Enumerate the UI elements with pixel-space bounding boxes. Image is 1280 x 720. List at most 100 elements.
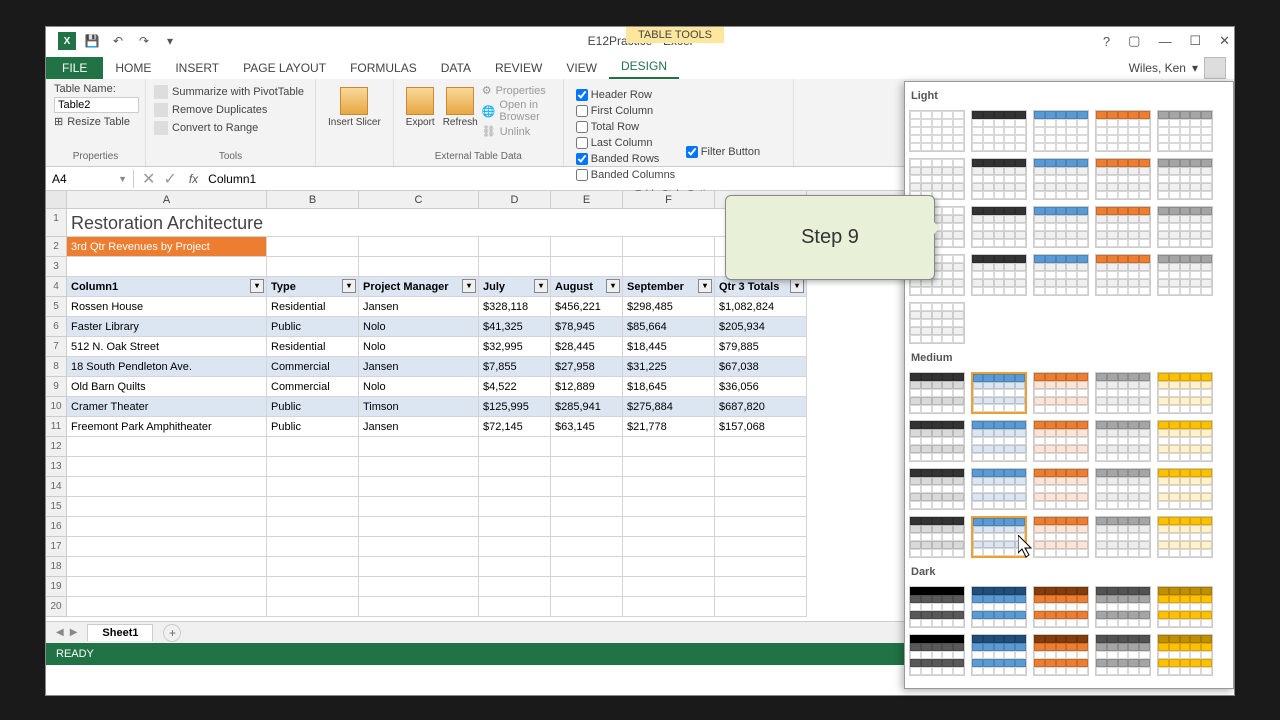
cell[interactable]	[359, 517, 479, 537]
row-header[interactable]: 17	[46, 537, 67, 557]
table-header[interactable]: Type▾	[267, 277, 359, 297]
cell[interactable]: $32,995	[479, 337, 551, 357]
cell[interactable]	[715, 557, 807, 577]
row-header[interactable]: 15	[46, 497, 67, 517]
col-header[interactable]: B	[267, 191, 359, 208]
cell[interactable]: $41,325	[479, 317, 551, 337]
filter-icon[interactable]: ▾	[534, 279, 548, 293]
filter-icon[interactable]: ▾	[790, 279, 804, 293]
table-style-swatch[interactable]	[1033, 110, 1089, 152]
maximize-icon[interactable]: ☐	[1189, 33, 1201, 49]
header-row-check[interactable]: Header Row	[576, 87, 686, 103]
col-header[interactable]: A	[67, 191, 267, 208]
cell[interactable]	[623, 577, 715, 597]
banded-rows-check[interactable]: Banded Rows	[576, 151, 686, 167]
add-sheet-button[interactable]: +	[163, 624, 181, 642]
row-header[interactable]: 1	[46, 209, 67, 237]
qat-customize-icon[interactable]: ▾	[162, 33, 178, 49]
table-style-swatch[interactable]	[1095, 372, 1151, 414]
cell[interactable]: $157,068	[715, 417, 807, 437]
table-style-swatch[interactable]	[1095, 516, 1151, 558]
cell[interactable]	[479, 597, 551, 617]
cell[interactable]: $72,145	[479, 417, 551, 437]
table-style-swatch[interactable]	[1157, 634, 1213, 676]
table-style-swatch[interactable]	[1095, 158, 1151, 200]
cell[interactable]	[551, 497, 623, 517]
first-column-check[interactable]: First Column	[576, 103, 686, 119]
user-name[interactable]: Wiles, Ken	[1129, 61, 1186, 75]
row-header[interactable]: 2	[46, 237, 67, 257]
cell[interactable]	[479, 457, 551, 477]
cell[interactable]: $28,445	[551, 337, 623, 357]
cell[interactable]: Timson	[359, 397, 479, 417]
cancel-formula-icon[interactable]: ✕	[142, 169, 155, 189]
cell[interactable]: $18,445	[623, 337, 715, 357]
cell[interactable]: $456,221	[551, 297, 623, 317]
sheet-nav-right-icon[interactable]: ▶	[70, 627, 78, 638]
minimize-icon[interactable]: —	[1158, 34, 1171, 49]
table-style-swatch[interactable]	[971, 372, 1027, 414]
table-style-swatch[interactable]	[1157, 420, 1213, 462]
user-avatar[interactable]	[1204, 57, 1226, 79]
cell[interactable]	[551, 477, 623, 497]
filter-icon[interactable]: ▾	[462, 279, 476, 293]
cell[interactable]	[479, 497, 551, 517]
cell[interactable]	[267, 537, 359, 557]
table-name-input[interactable]	[54, 97, 139, 113]
resize-table-button[interactable]: ⊞Resize Table	[54, 115, 137, 128]
cell[interactable]	[715, 497, 807, 517]
cell[interactable]	[623, 497, 715, 517]
cell[interactable]	[359, 477, 479, 497]
table-style-swatch[interactable]	[909, 586, 965, 628]
row-header[interactable]: 6	[46, 317, 67, 337]
cell[interactable]: $27,958	[551, 357, 623, 377]
cell[interactable]	[359, 557, 479, 577]
insert-slicer-button[interactable]: Insert Slicer	[328, 87, 381, 128]
table-style-swatch[interactable]	[909, 420, 965, 462]
row-header[interactable]: 14	[46, 477, 67, 497]
table-style-swatch[interactable]	[1157, 110, 1213, 152]
cell[interactable]	[479, 517, 551, 537]
remove-duplicates-button[interactable]: Remove Duplicates	[154, 101, 307, 119]
cell[interactable]	[479, 437, 551, 457]
row-header[interactable]: 20	[46, 597, 67, 617]
cell[interactable]: Faster Library	[67, 317, 267, 337]
cell[interactable]	[359, 577, 479, 597]
cell[interactable]	[551, 557, 623, 577]
cell[interactable]	[267, 597, 359, 617]
cell[interactable]	[267, 477, 359, 497]
cell[interactable]: $18,645	[623, 377, 715, 397]
cell[interactable]	[551, 257, 623, 277]
cell[interactable]	[359, 537, 479, 557]
table-header[interactable]: Qtr 3 Totals▾	[715, 277, 807, 297]
table-header[interactable]: August▾	[551, 277, 623, 297]
table-style-swatch[interactable]	[1095, 468, 1151, 510]
table-style-swatch[interactable]	[909, 110, 965, 152]
table-style-swatch[interactable]	[909, 634, 965, 676]
insert-tab[interactable]: INSERT	[163, 57, 231, 79]
cell[interactable]	[623, 457, 715, 477]
cell[interactable]	[267, 457, 359, 477]
cell[interactable]	[715, 517, 807, 537]
sheet-tab[interactable]: Sheet1	[87, 624, 153, 641]
table-header[interactable]: July▾	[479, 277, 551, 297]
cell[interactable]	[359, 497, 479, 517]
col-header[interactable]: D	[479, 191, 551, 208]
cell[interactable]	[479, 477, 551, 497]
cell[interactable]	[551, 597, 623, 617]
cell[interactable]	[267, 437, 359, 457]
refresh-button[interactable]: Refresh	[443, 87, 478, 135]
cell[interactable]: $78,945	[551, 317, 623, 337]
save-icon[interactable]: 💾	[84, 33, 100, 49]
table-style-swatch[interactable]	[1033, 372, 1089, 414]
filter-icon[interactable]: ▾	[250, 279, 264, 293]
table-style-swatch[interactable]	[1033, 158, 1089, 200]
close-icon[interactable]: ✕	[1219, 33, 1230, 49]
page-layout-tab[interactable]: PAGE LAYOUT	[231, 57, 338, 79]
cell[interactable]: $12,889	[551, 377, 623, 397]
cell[interactable]	[67, 537, 267, 557]
cell[interactable]	[67, 257, 267, 277]
fx-icon[interactable]: fx	[185, 172, 202, 186]
cell[interactable]: $298,485	[623, 297, 715, 317]
subtitle-cell[interactable]: 3rd Qtr Revenues by Project	[67, 237, 267, 257]
